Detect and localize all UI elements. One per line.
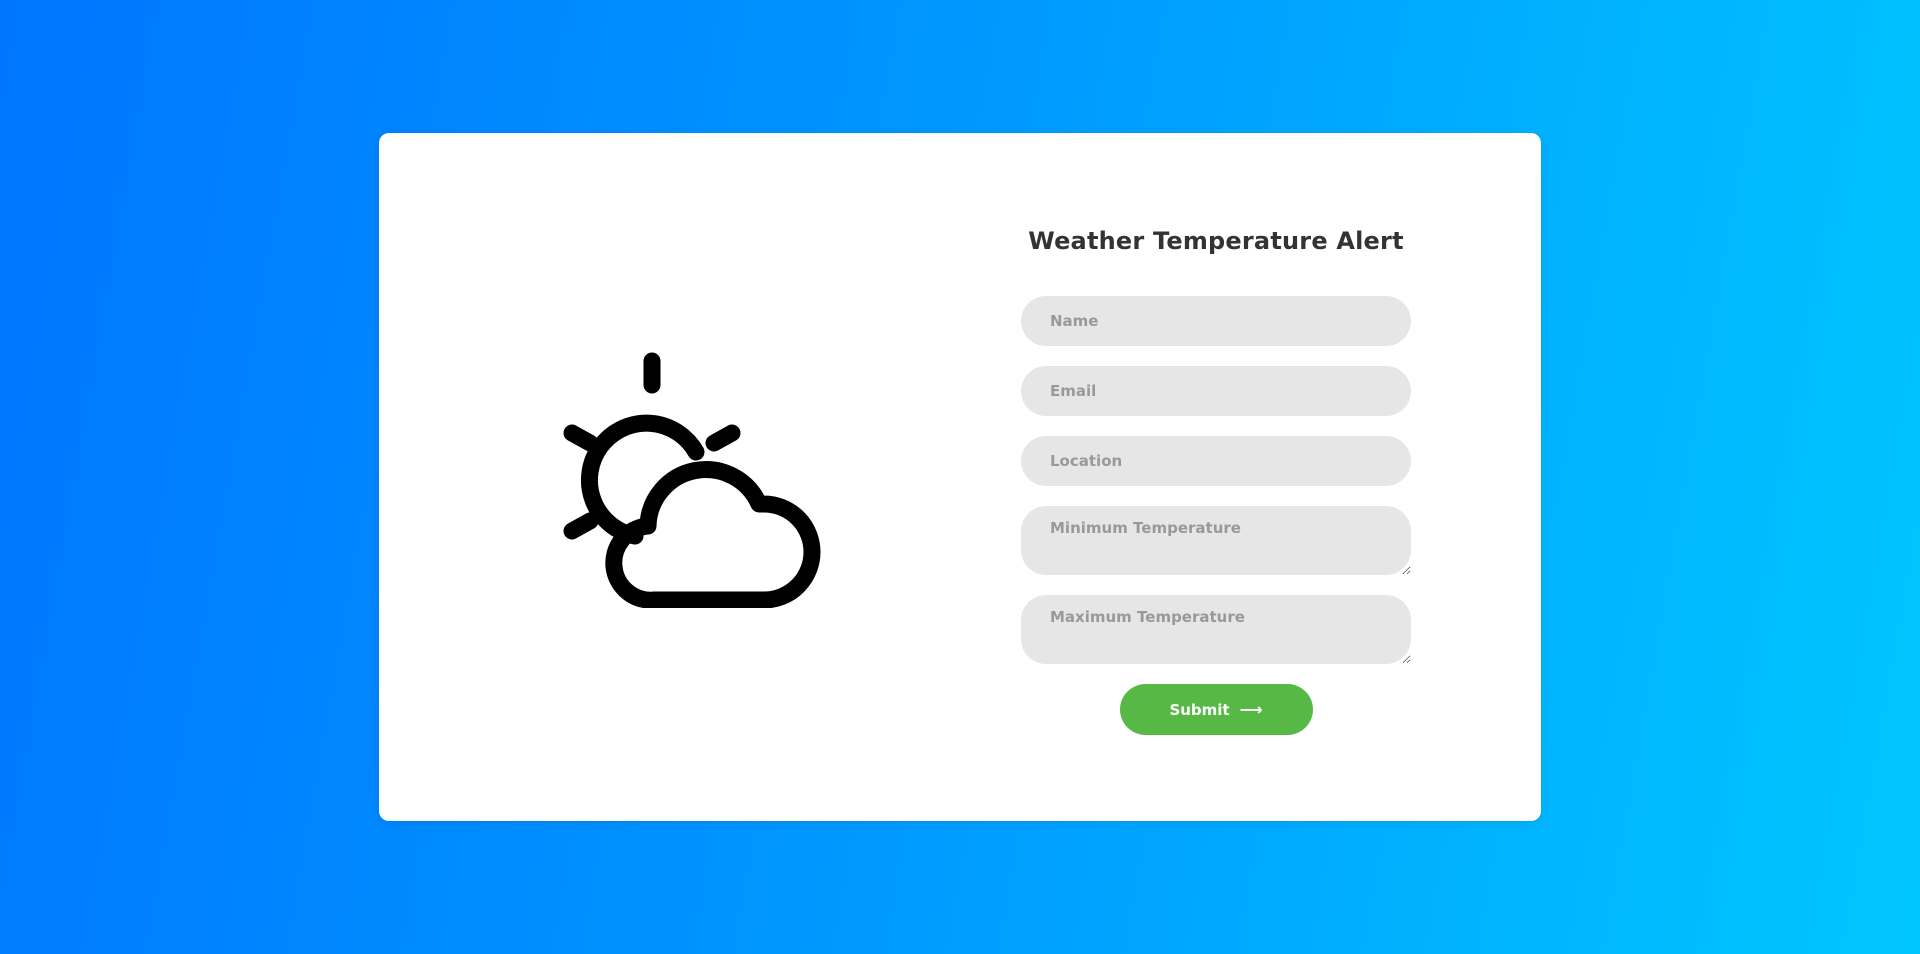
location-input[interactable] [1021, 436, 1411, 486]
name-input[interactable] [1021, 296, 1411, 346]
minimum-temperature-input[interactable] [1021, 506, 1411, 575]
sun-ray-upper-left [563, 424, 599, 452]
email-input[interactable] [1021, 366, 1411, 416]
form-title: Weather Temperature Alert [1028, 227, 1404, 255]
cloud-shape [605, 461, 821, 609]
weather-illustration [519, 348, 839, 609]
maximum-temperature-input[interactable] [1021, 595, 1411, 664]
arrow-right-icon: ⟶ [1239, 699, 1263, 719]
submit-label: Submit [1169, 700, 1230, 719]
submit-button[interactable]: Submit ⟶ [1119, 684, 1313, 735]
alert-form: Weather Temperature Alert Submit ⟶ [1021, 221, 1411, 735]
sun-ray-upper-right [705, 424, 741, 452]
alert-card: Weather Temperature Alert Submit ⟶ [379, 133, 1541, 821]
partly-cloudy-icon [563, 352, 821, 609]
sun-ray-lower-left [563, 512, 599, 540]
